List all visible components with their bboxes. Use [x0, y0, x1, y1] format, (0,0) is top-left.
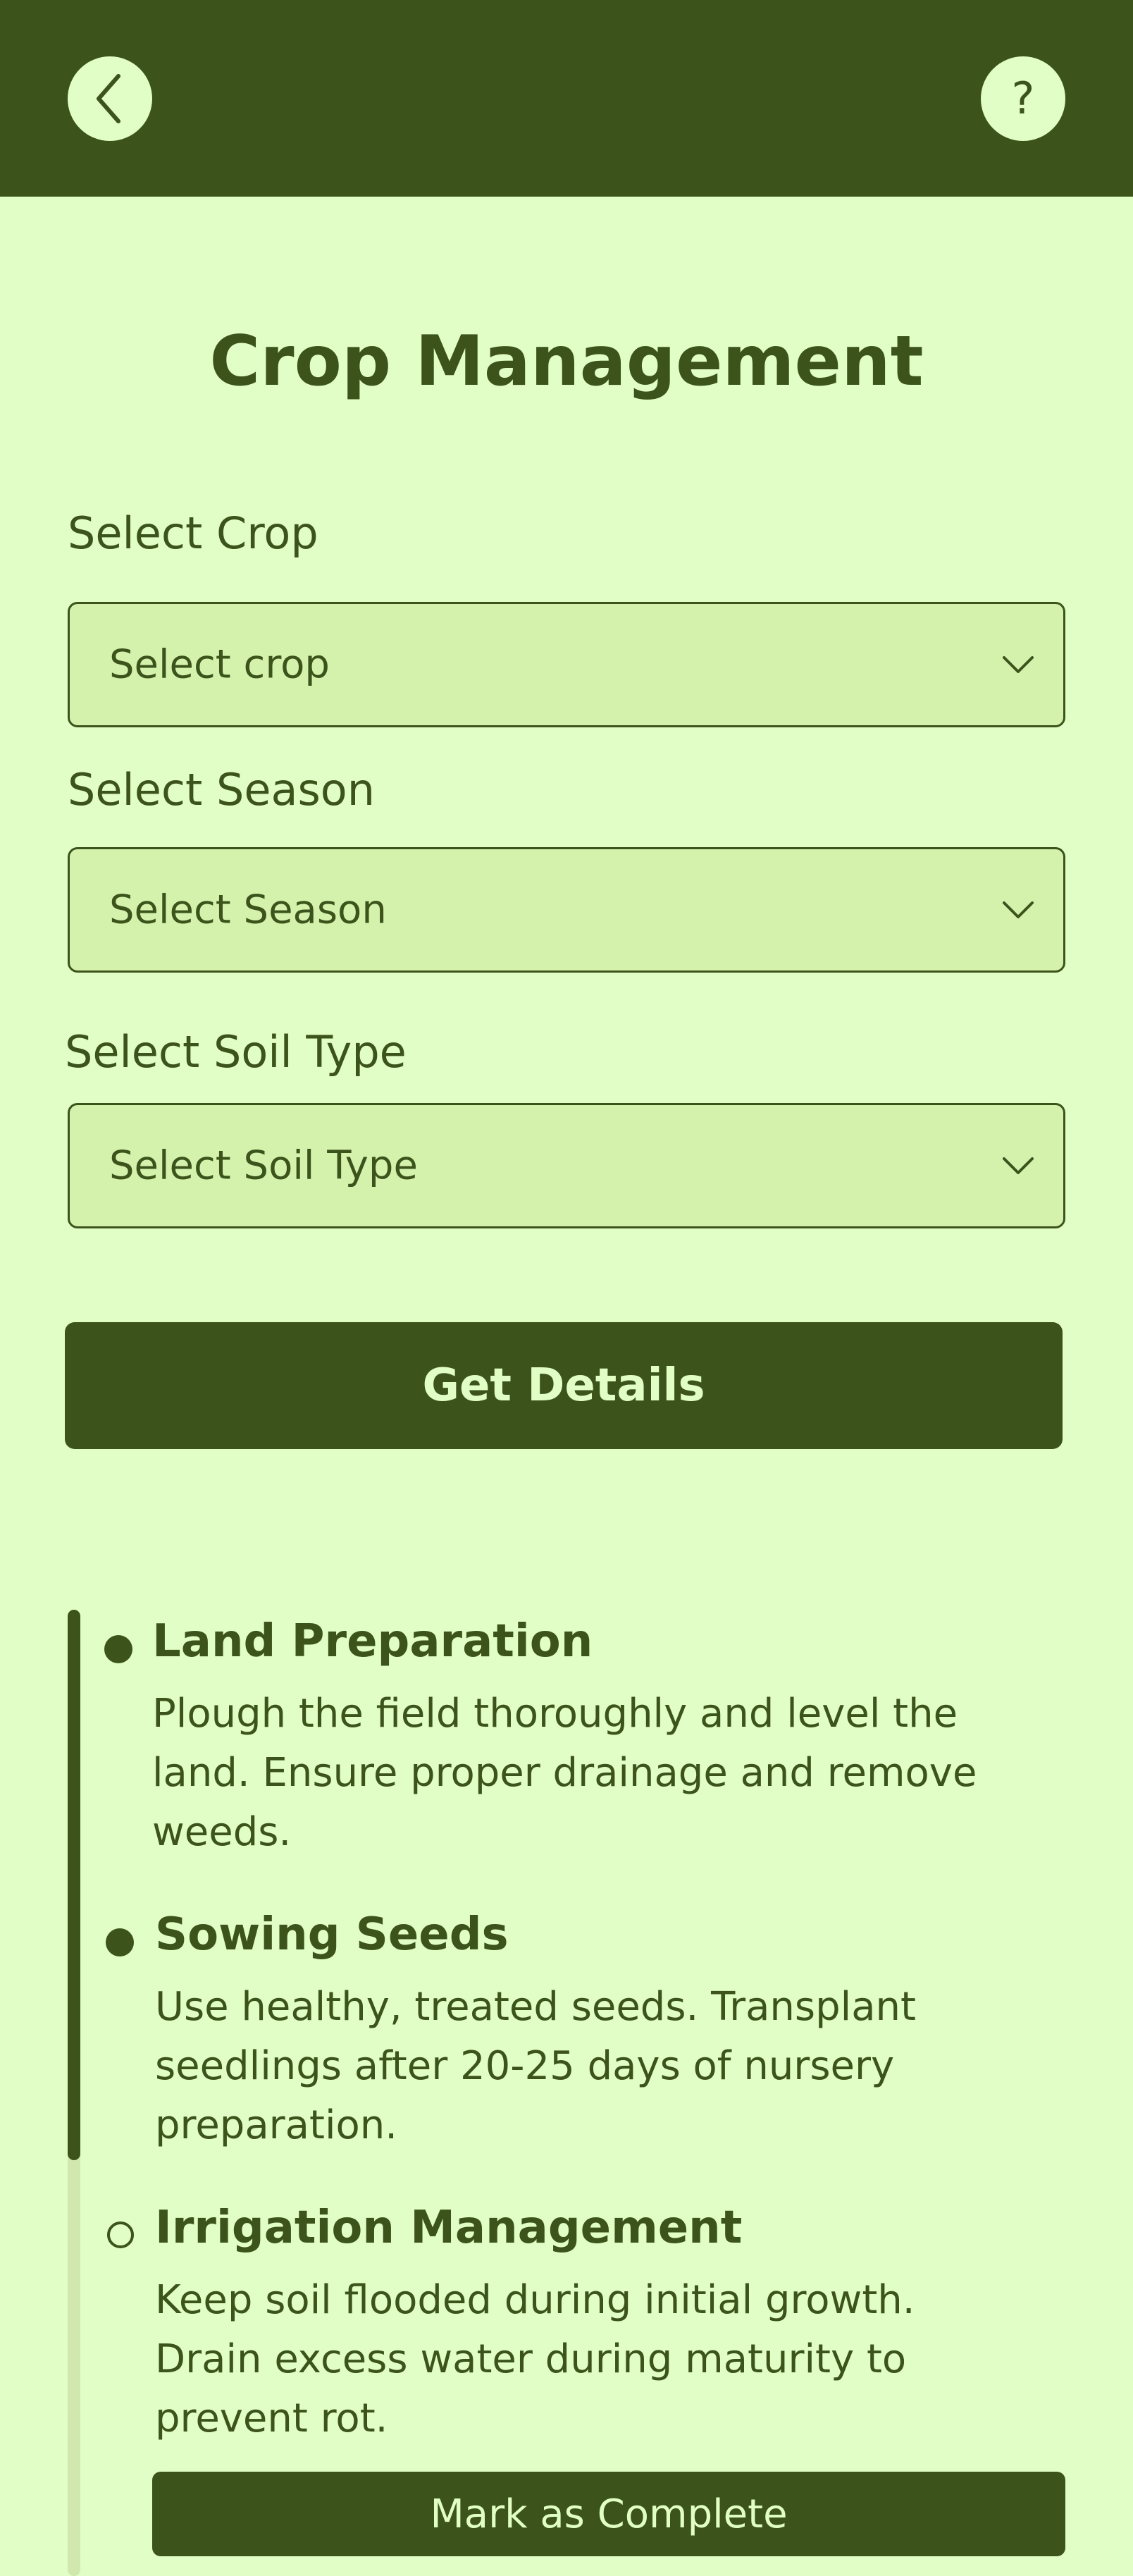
- mark-complete-label: Mark as Complete: [430, 2491, 788, 2537]
- step-title: Sowing Seeds: [155, 1909, 509, 1961]
- chevron-down-icon: [1003, 1157, 1034, 1174]
- step-description-line: seedlings after 20-25 days of nursery: [155, 2043, 895, 2089]
- chevron-left-icon: [97, 74, 120, 123]
- app-header: ?: [0, 0, 1133, 197]
- step-description: Plough the field thoroughly and level th…: [152, 1684, 1040, 1862]
- step-description-line: Plough the field thoroughly and level th…: [152, 1691, 958, 1737]
- help-icon: ?: [1011, 73, 1035, 124]
- step-description-line: weeds.: [152, 1809, 292, 1855]
- crop-select-value: Select crop: [109, 641, 330, 688]
- soil-select[interactable]: Select Soil Type: [68, 1103, 1065, 1228]
- crop-select[interactable]: Select crop: [68, 602, 1065, 727]
- back-button[interactable]: [68, 56, 152, 141]
- step-description: Use healthy, treated seeds. Transplant s…: [155, 1978, 1043, 2155]
- step-pending-dot: [107, 2221, 134, 2248]
- get-details-label: Get Details: [422, 1360, 705, 1412]
- step-title: Land Preparation: [152, 1615, 593, 1668]
- get-details-button[interactable]: Get Details: [65, 1322, 1063, 1449]
- step-description-line: Use healthy, treated seeds. Transplant: [155, 1984, 916, 2030]
- step-description: Keep soil flooded during initial growth.…: [155, 2271, 1043, 2448]
- step-description-line: Drain excess water during maturity to: [155, 2336, 907, 2382]
- chevron-down-icon: [1003, 656, 1034, 673]
- step-description-line: Keep soil flooded during initial growth.: [155, 2277, 915, 2323]
- timeline-progress: [68, 1610, 80, 2160]
- season-select-value: Select Season: [109, 887, 387, 933]
- mark-complete-button[interactable]: Mark as Complete: [152, 2472, 1065, 2556]
- step-title: Irrigation Management: [155, 2202, 743, 2254]
- step-complete-dot: [106, 1928, 134, 1956]
- chevron-down-icon: [1003, 901, 1034, 918]
- step-description-line: land. Ensure proper drainage and remove: [152, 1750, 977, 1796]
- step-description-line: prevent rot.: [155, 2396, 388, 2441]
- crop-label: Select Crop: [68, 507, 318, 559]
- soil-select-value: Select Soil Type: [109, 1142, 418, 1189]
- step-description-line: preparation.: [155, 2102, 398, 2148]
- soil-label: Select Soil Type: [65, 1026, 407, 1078]
- season-label: Select Season: [68, 764, 375, 815]
- page-title: Crop Management: [209, 321, 924, 402]
- step-complete-dot: [104, 1635, 132, 1663]
- help-button[interactable]: ?: [981, 56, 1065, 141]
- season-select[interactable]: Select Season: [68, 847, 1065, 973]
